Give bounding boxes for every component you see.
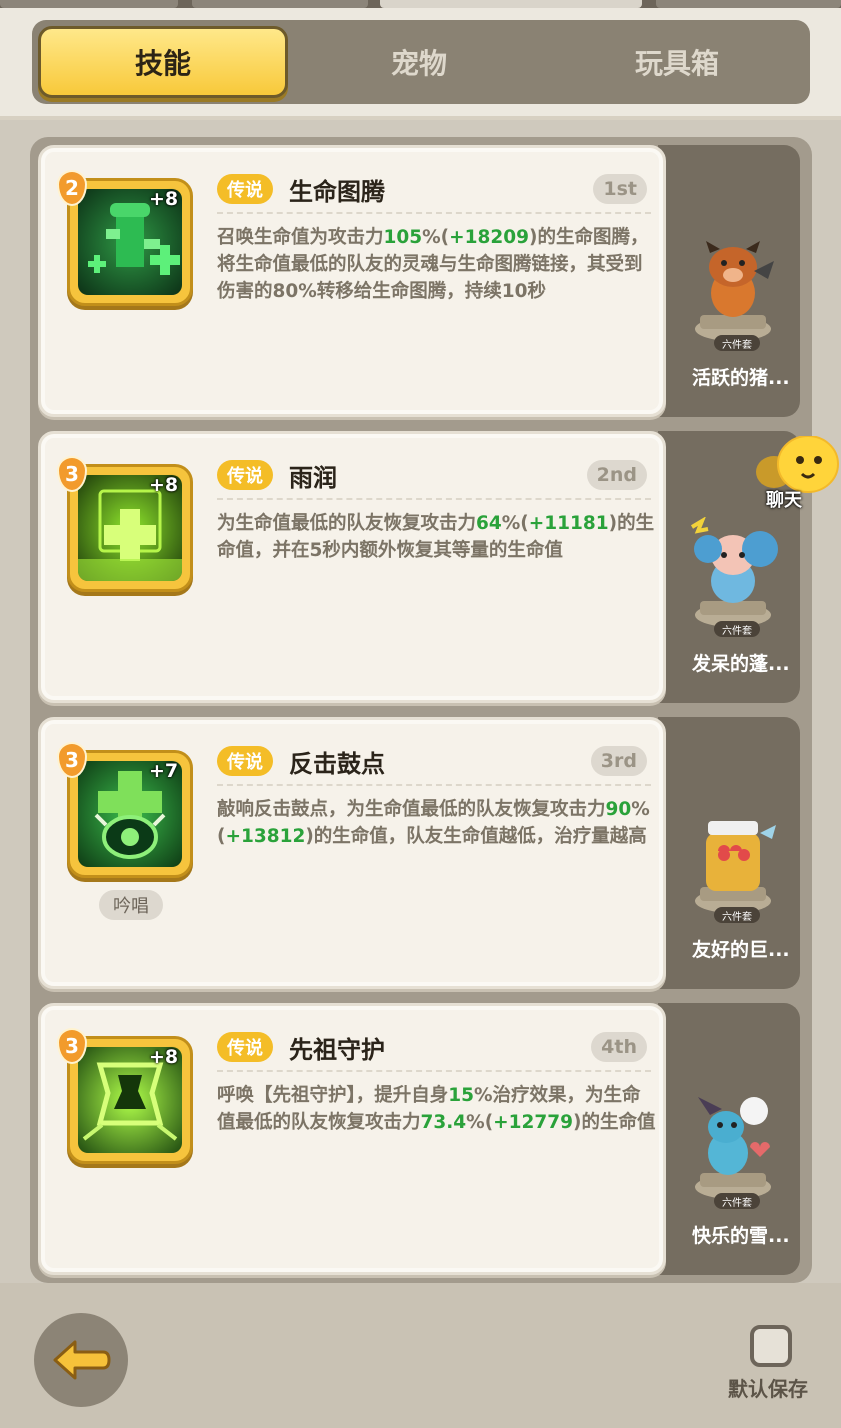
skill-card[interactable]: 3 +8 传说 先祖守护 4th 呼唤【先祖守护】，提升自身15%治疗效果，为生…	[38, 1003, 666, 1275]
skill-row[interactable]: 六件套 友好的巨... 3 +7 吟唱 传说 反击鼓点 3rd 敲响反击鼓点，为…	[38, 717, 800, 989]
skill-description: 为生命值最低的队友恢复攻击力64%(+11181)的生命值，并在5秒内额外恢复其…	[217, 513, 655, 561]
rarity-tag: 传说	[217, 174, 273, 204]
rank-tag: 3rd	[590, 746, 647, 776]
rank-tag: 2nd	[586, 460, 647, 490]
skill-card[interactable]: 3 +7 吟唱 传说 反击鼓点 3rd 敲响反击鼓点，为生命值最低的队友恢复攻击…	[38, 717, 666, 989]
skill-plus-badge: +8	[149, 1046, 179, 1068]
top-slot[interactable]	[656, 0, 841, 8]
pet-name: 快乐的雪...	[692, 1225, 790, 1247]
skill-row[interactable]: 六件套 快乐的雪... 3 +8 传说 先祖守护 4th 呼唤【先祖守护】，提升…	[38, 1003, 800, 1275]
boar-pet-icon	[695, 241, 774, 341]
default-save-label: 默认保存	[728, 1377, 808, 1401]
rarity-tag: 传说	[217, 746, 273, 776]
top-slot[interactable]	[380, 0, 642, 8]
giant-pet-icon	[695, 821, 776, 913]
skill-card[interactable]: 2 +8 传说 生命图腾 1st 召唤生命值为攻击力105%(+18209)的生…	[38, 145, 666, 417]
sheep-pet-icon	[690, 517, 778, 627]
skill-description: 呼唤【先祖守护】，提升自身15%治疗效果，为生命值最低的队友恢复攻击力73.4%…	[217, 1085, 656, 1133]
rarity-tag: 传说	[217, 460, 273, 490]
rank-tag: 1st	[593, 174, 647, 204]
skill-name: 反击鼓点	[289, 750, 385, 778]
divider	[217, 1070, 651, 1072]
pet-set-tag: 六件套	[714, 335, 760, 351]
tab-pets[interactable]: 宠物	[294, 26, 544, 98]
skill-name: 雨润	[289, 464, 337, 492]
divider	[217, 212, 651, 214]
top-slot[interactable]	[192, 0, 368, 8]
pet-set-tag: 六件套	[714, 1193, 760, 1209]
pet-slot[interactable]: 六件套 友好的巨...	[658, 717, 800, 989]
skill-card[interactable]: 3 +8 传说 雨润 2nd 为生命值最低的队友恢复攻击力64%(+11181)…	[38, 431, 666, 703]
skill-row[interactable]: 六件套 发呆的蓬... 3 +8 传说 雨润 2nd 为生命值最低的队友恢复攻击…	[38, 431, 800, 703]
back-arrow-icon	[53, 1340, 111, 1380]
skill-plus-badge: +8	[149, 474, 179, 496]
skill-description: 敲响反击鼓点，为生命值最低的队友恢复攻击力90%(+13812)的生命值，队友生…	[217, 799, 650, 847]
pet-name: 发呆的蓬...	[692, 653, 790, 675]
divider	[217, 784, 651, 786]
skill-row[interactable]: 六件套 活跃的猪... 2 +8 传说 生命图腾 1st 召唤生命值为攻击力10…	[38, 145, 800, 417]
pet-slot[interactable]: 六件套 快乐的雪...	[658, 1003, 800, 1275]
rank-tag: 4th	[591, 1032, 647, 1062]
skill-name: 先祖守护	[289, 1036, 385, 1064]
tab-bar: 技能 宠物 玩具箱	[32, 20, 810, 104]
skill-list[interactable]: 六件套 活跃的猪... 2 +8 传说 生命图腾 1st 召唤生命值为攻击力10…	[30, 137, 812, 1283]
pet-set-tag: 六件套	[714, 907, 760, 923]
tab-toybox[interactable]: 玩具箱	[552, 26, 802, 98]
pet-name: 友好的巨...	[692, 939, 790, 961]
skill-plus-badge: +7	[149, 760, 179, 782]
bottom-bar: 默认保存	[0, 1283, 841, 1428]
default-save-checkbox[interactable]	[750, 1325, 792, 1367]
snow-pet-icon	[695, 1097, 771, 1199]
chant-tag: 吟唱	[99, 890, 163, 920]
skill-name: 生命图腾	[289, 178, 385, 206]
chat-button[interactable]: 聊天	[752, 436, 840, 512]
skill-plus-badge: +8	[149, 188, 179, 210]
back-button[interactable]	[34, 1313, 128, 1407]
tab-skills[interactable]: 技能	[38, 26, 288, 98]
pet-set-tag: 六件套	[714, 621, 760, 637]
chat-label: 聊天	[766, 490, 802, 511]
tab-header: 技能 宠物 玩具箱	[0, 8, 841, 120]
rarity-tag: 传说	[217, 1032, 273, 1062]
pet-slot[interactable]: 六件套 活跃的猪...	[658, 145, 800, 417]
pet-name: 活跃的猪...	[692, 367, 790, 389]
divider	[217, 498, 651, 500]
skill-description: 召唤生命值为攻击力105%(+18209)的生命图腾，将生命值最低的队友的灵魂与…	[217, 227, 649, 302]
top-slot[interactable]	[0, 0, 178, 8]
